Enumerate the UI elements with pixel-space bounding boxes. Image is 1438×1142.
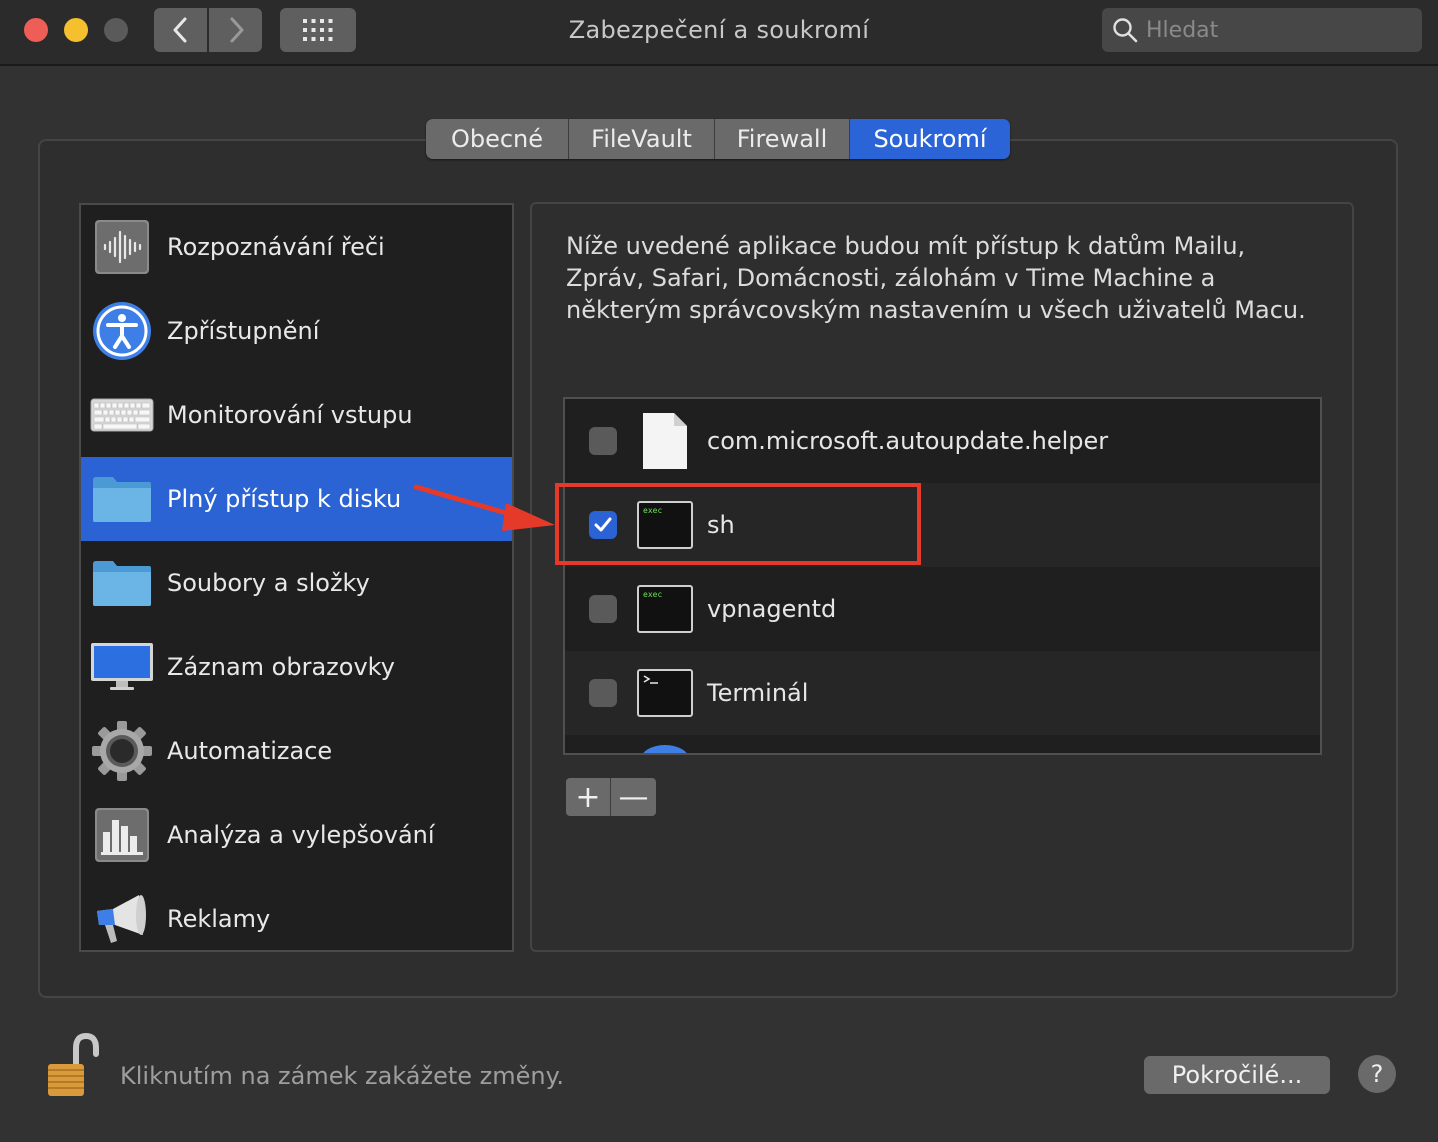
sidebar-item-label: Monitorování vstupu (167, 401, 413, 429)
megaphone-icon (89, 886, 155, 950)
terminal-icon (635, 663, 695, 723)
exec-badge: exec (643, 506, 662, 515)
analytics-icon (89, 802, 155, 868)
privacy-category-list: Rozpoznávání řeči Zpřístupnění Monitorov… (79, 203, 514, 952)
tab-bar: Obecné FileVault Firewall Soukromí (426, 119, 1010, 159)
folder-icon (89, 550, 155, 616)
sidebar-item-input-monitoring[interactable]: Monitorování vstupu (81, 373, 512, 457)
keyboard-icon (89, 382, 155, 448)
list-item[interactable]: com.microsoft.autoupdate.helper (565, 399, 1320, 483)
tab-firewall[interactable]: Firewall (715, 119, 850, 159)
search-field[interactable] (1102, 8, 1422, 52)
search-icon (1113, 18, 1138, 43)
add-remove-control: + — (566, 778, 656, 816)
exec-badge: exec (643, 590, 662, 599)
app-checkbox[interactable] (589, 595, 617, 623)
app-name: Terminál (707, 679, 809, 707)
document-icon (635, 411, 695, 471)
sidebar-item-files-and-folders[interactable]: Soubory a složky (81, 541, 512, 625)
sidebar-item-screen-recording[interactable]: Záznam obrazovky (81, 625, 512, 709)
sidebar-item-speech-recognition[interactable]: Rozpoznávání řeči (81, 205, 512, 289)
exec-icon: exec (635, 495, 695, 555)
unlocked-padlock-icon (48, 1032, 99, 1096)
app-checkbox[interactable] (589, 679, 617, 707)
app-name: com.microsoft.autoupdate.helper (707, 427, 1109, 455)
tab-privacy[interactable]: Soukromí (850, 119, 1010, 159)
checkmark-icon (594, 517, 612, 532)
advanced-button[interactable]: Pokročilé... (1144, 1056, 1330, 1094)
sidebar-item-accessibility[interactable]: Zpřístupnění (81, 289, 512, 373)
exec-icon: exec (635, 579, 695, 639)
description-text: Níže uvedené aplikace budou mít přístup … (566, 232, 1306, 324)
app-icon-partial (643, 745, 687, 753)
tab-general[interactable]: Obecné (426, 119, 569, 159)
tab-filevault[interactable]: FileVault (569, 119, 715, 159)
sidebar-item-label: Zpřístupnění (167, 317, 320, 345)
gear-icon (89, 718, 155, 784)
list-item[interactable] (565, 735, 1320, 753)
app-name: sh (707, 511, 735, 539)
display-icon (89, 634, 155, 700)
app-list: com.microsoft.autoupdate.helper exec sh … (563, 397, 1322, 755)
app-checkbox[interactable] (589, 511, 617, 539)
help-button[interactable]: ? (1358, 1055, 1396, 1093)
search-input[interactable] (1146, 17, 1396, 43)
sidebar-item-label: Analýza a vylepšování (167, 821, 435, 849)
sidebar-item-label: Reklamy (167, 905, 271, 933)
list-item[interactable]: exec sh (565, 483, 1320, 567)
speech-recognition-icon (89, 214, 155, 280)
sidebar-item-label: Soubory a složky (167, 569, 370, 597)
sidebar-item-label: Plný přístup k disku (167, 485, 402, 513)
accessibility-icon (89, 298, 155, 364)
sidebar-item-label: Rozpoznávání řeči (167, 233, 385, 261)
sidebar-item-advertising[interactable]: Reklamy (81, 877, 512, 950)
sidebar-item-automation[interactable]: Automatizace (81, 709, 512, 793)
app-checkbox[interactable] (589, 427, 617, 455)
add-app-button[interactable]: + (566, 778, 611, 816)
app-name: vpnagentd (707, 595, 837, 623)
folder-icon (89, 466, 155, 532)
sidebar-item-label: Automatizace (167, 737, 333, 765)
list-item[interactable]: Terminál (565, 651, 1320, 735)
list-item[interactable]: exec vpnagentd (565, 567, 1320, 651)
lock-status-text: Kliknutím na zámek zakážete změny. (120, 1062, 565, 1090)
sidebar-item-analytics[interactable]: Analýza a vylepšování (81, 793, 512, 877)
sidebar-item-label: Záznam obrazovky (167, 653, 395, 681)
sidebar-item-full-disk-access[interactable]: Plný přístup k disku (81, 457, 512, 541)
lock-button[interactable] (40, 1032, 104, 1100)
remove-app-button[interactable]: — (611, 778, 656, 816)
title-bar: Zabezpečení a soukromí (0, 0, 1438, 66)
